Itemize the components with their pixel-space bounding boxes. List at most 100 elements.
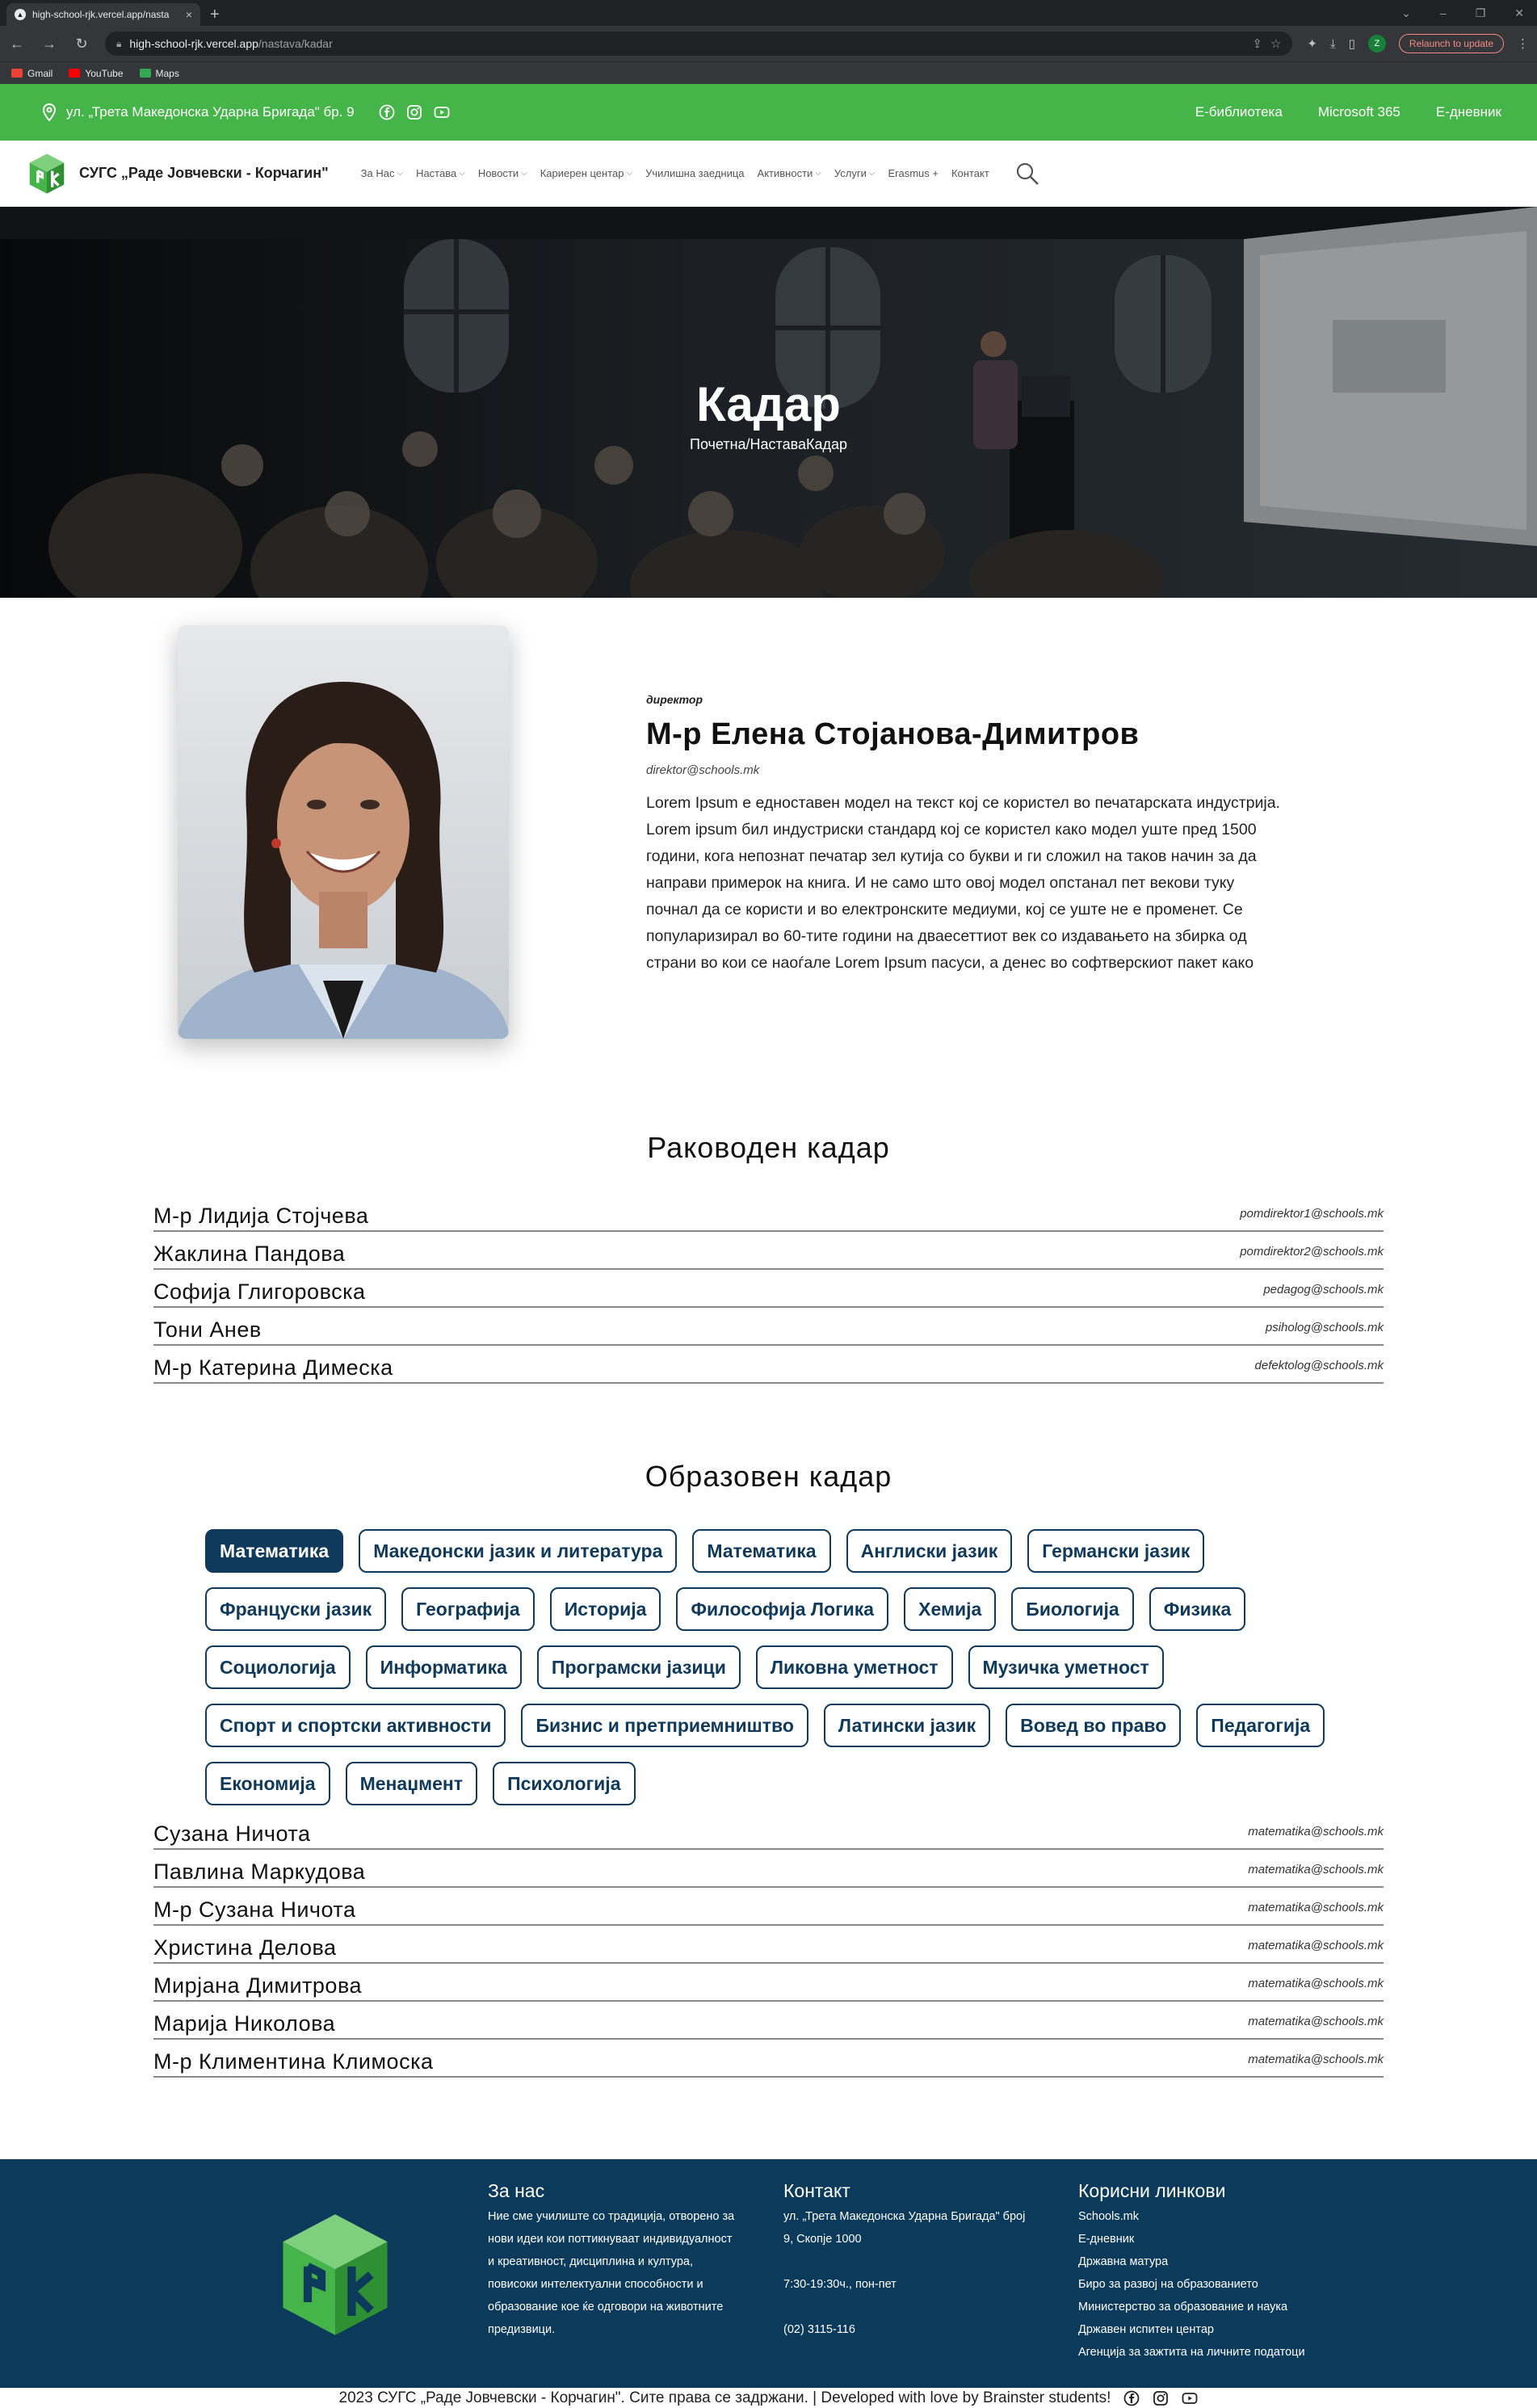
staff-email[interactable]: matematika@schools.mk xyxy=(1248,1863,1384,1885)
search-icon[interactable] xyxy=(1015,162,1039,186)
menu-item-services[interactable]: Услуги ⌵ xyxy=(834,167,876,179)
subject-chip[interactable]: Географија xyxy=(401,1587,535,1631)
staff-name: Мирјана Димитрова xyxy=(153,1973,362,1998)
subject-chip[interactable]: Информатика xyxy=(365,1645,522,1689)
menu-item-about[interactable]: За Нас ⌵ xyxy=(361,167,403,179)
subject-chip[interactable]: Англиски јазик xyxy=(846,1529,1013,1573)
restore-icon[interactable]: ❐ xyxy=(1476,6,1486,20)
extensions-icon[interactable]: ✦ xyxy=(1307,36,1317,51)
brand[interactable]: СУГС „Раде Јовчевски - Корчагин" xyxy=(24,151,329,196)
menu-item-contact[interactable]: Контакт xyxy=(951,167,989,179)
menu-item-teaching[interactable]: Настава ⌵ xyxy=(416,167,465,179)
staff-email[interactable]: pomdirektor2@schools.mk xyxy=(1240,1245,1384,1267)
subject-chip[interactable]: Латински јазик xyxy=(823,1704,991,1747)
menu-label: Кариерен центар xyxy=(540,167,624,179)
school-logo-icon[interactable] xyxy=(24,151,69,196)
staff-email[interactable]: matematika@schools.mk xyxy=(1248,2053,1384,2074)
youtube-social-icon[interactable] xyxy=(434,104,450,120)
subject-chip[interactable]: Ликовна уметност xyxy=(755,1645,953,1689)
menu-item-news[interactable]: Новости ⌵ xyxy=(478,167,527,179)
footer-link[interactable]: Државна матура xyxy=(1078,2250,1345,2273)
subject-chip[interactable]: Психологија xyxy=(493,1762,636,1805)
staff-email[interactable]: psiholog@schools.mk xyxy=(1266,1321,1384,1343)
subject-chip[interactable]: Биологија xyxy=(1011,1587,1134,1631)
relaunch-button[interactable]: Relaunch to update xyxy=(1398,34,1504,53)
instagram-icon[interactable] xyxy=(406,104,422,120)
menu-item-activities[interactable]: Активности ⌵ xyxy=(758,167,821,179)
subject-chip[interactable]: Математика xyxy=(692,1529,831,1573)
subject-chip[interactable]: Музичка уметност xyxy=(968,1645,1164,1689)
staff-email[interactable]: matematika@schools.mk xyxy=(1248,1901,1384,1923)
director-email[interactable]: direktor@schools.mk xyxy=(646,763,1381,777)
staff-email[interactable]: matematika@schools.mk xyxy=(1248,1977,1384,1998)
link-e-diary[interactable]: Е-дневник xyxy=(1436,104,1501,120)
bio-line: почнал да се користи и во електронските … xyxy=(646,901,1243,918)
subject-chip[interactable]: Физика xyxy=(1149,1587,1246,1631)
staff-email[interactable]: pedagog@schools.mk xyxy=(1263,1283,1384,1305)
menu-item-school-community[interactable]: Училишна заедница xyxy=(645,167,744,179)
staff-email[interactable]: defektolog@schools.mk xyxy=(1255,1359,1384,1381)
table-row: М-р Катерина Димеска defektolog@schools.m… xyxy=(153,1346,1384,1384)
bookmark-maps[interactable]: Maps xyxy=(139,68,179,79)
side-panel-icon[interactable]: ▯ xyxy=(1349,36,1355,51)
youtube-social-icon[interactable] xyxy=(1182,2390,1198,2406)
bookmark-gmail[interactable]: Gmail xyxy=(11,68,52,79)
subject-chip[interactable]: Програмски јазици xyxy=(536,1645,741,1689)
staff-email[interactable]: matematika@schools.mk xyxy=(1248,1825,1384,1847)
address-bar[interactable]: 🔒︎ high-school-rjk.vercel.app/nastava/ka… xyxy=(105,32,1293,56)
bookmark-star-icon[interactable]: ☆ xyxy=(1270,36,1281,51)
close-window-icon[interactable]: ✕ xyxy=(1514,6,1524,20)
breadcrumb[interactable]: Почетна/НаставаКадар xyxy=(0,436,1537,453)
lock-icon[interactable]: 🔒︎ xyxy=(116,38,121,50)
staff-email[interactable]: pomdirektor1@schools.mk xyxy=(1240,1207,1384,1229)
minimize-icon[interactable]: – xyxy=(1440,6,1447,19)
staff-email[interactable]: matematika@schools.mk xyxy=(1248,1939,1384,1960)
tab-search-icon[interactable]: ⌄ xyxy=(1401,6,1411,20)
tab-close-icon[interactable]: × xyxy=(186,8,192,21)
staff-name: Софија Глигоровска xyxy=(153,1280,366,1304)
subject-chip[interactable]: Философија Логика xyxy=(676,1587,889,1631)
back-icon[interactable]: ← xyxy=(8,36,26,53)
menu-item-career-center[interactable]: Кариерен центар ⌵ xyxy=(540,167,632,179)
subject-chip[interactable]: Економија xyxy=(205,1762,330,1805)
subject-chip[interactable]: Педагогија xyxy=(1196,1704,1325,1747)
staff-name: Христина Делова xyxy=(153,1935,337,1960)
bookmark-youtube[interactable]: YouTube xyxy=(69,68,124,79)
subject-chip[interactable]: Историја xyxy=(549,1587,661,1631)
subject-chip[interactable]: Социологија xyxy=(205,1645,351,1689)
browser-tab[interactable]: ▲ high-school-rjk.vercel.app/nasta × xyxy=(6,3,200,26)
footer-link[interactable]: Е-дневник xyxy=(1078,2228,1345,2250)
link-e-library[interactable]: Е-библиотека xyxy=(1195,104,1283,120)
footer-link[interactable]: Агенција за зажтита на личните податоци xyxy=(1078,2341,1345,2364)
staff-email[interactable]: matematika@schools.mk xyxy=(1248,2015,1384,2036)
subject-chip-mathematics[interactable]: Математика xyxy=(205,1529,344,1573)
link-microsoft-365[interactable]: Microsoft 365 xyxy=(1318,104,1401,120)
download-icon[interactable]: ⤓ xyxy=(1330,37,1336,51)
staff-name: Павлина Маркудова xyxy=(153,1860,366,1884)
menu-kebab-icon[interactable]: ⋮ xyxy=(1517,36,1529,51)
subject-chip[interactable]: Спорт и спортски активности xyxy=(205,1704,506,1747)
forward-icon[interactable]: → xyxy=(40,36,58,53)
subject-chip[interactable]: Хемија xyxy=(904,1587,997,1631)
subject-chip[interactable]: Бизнис и претприемништво xyxy=(521,1704,808,1747)
menu-item-erasmus[interactable]: Erasmus + xyxy=(888,167,939,179)
facebook-icon[interactable] xyxy=(1123,2390,1140,2406)
instagram-icon[interactable] xyxy=(1153,2390,1169,2406)
subject-filter-chips: Математика Македонски јазик и литература… xyxy=(205,1529,1332,1805)
subject-chip[interactable]: Германски јазик xyxy=(1027,1529,1205,1573)
footer-link[interactable]: Schools.mk xyxy=(1078,2205,1345,2228)
subject-chip[interactable]: Македонски јазик и литература xyxy=(359,1529,678,1573)
share-icon[interactable]: ⇪ xyxy=(1252,36,1262,51)
footer-link[interactable]: Државен испитен центар xyxy=(1078,2318,1345,2341)
new-tab-icon[interactable]: + xyxy=(210,6,220,24)
footer-link[interactable]: Министерство за образование и наука xyxy=(1078,2296,1345,2318)
profile-avatar[interactable]: Z xyxy=(1367,35,1386,53)
reload-icon[interactable]: ↻ xyxy=(73,36,90,53)
bio-line: Lorem ipsum бил индустриски стандард кој… xyxy=(646,821,1257,838)
subject-chip[interactable]: Француски јазик xyxy=(205,1587,387,1631)
footer-phone[interactable]: (02) 3115-116 xyxy=(783,2318,1050,2341)
facebook-icon[interactable] xyxy=(379,104,395,120)
footer-link[interactable]: Биро за развој на образованието xyxy=(1078,2273,1345,2296)
subject-chip[interactable]: Вовед во право xyxy=(1006,1704,1182,1747)
subject-chip[interactable]: Менаџмент xyxy=(345,1762,478,1805)
